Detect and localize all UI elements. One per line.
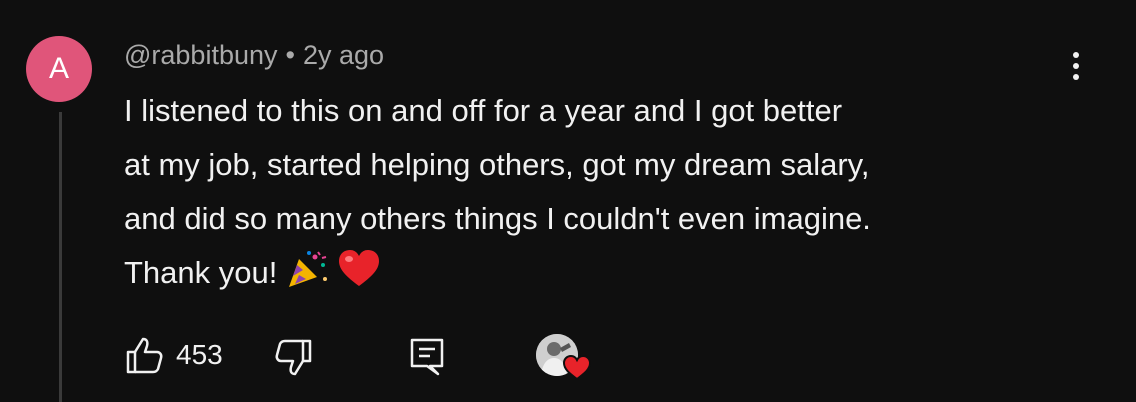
- reply-button[interactable]: [408, 336, 446, 383]
- author-handle[interactable]: @rabbitbuny: [124, 40, 278, 70]
- comment-meta: @rabbitbuny • 2y ago: [124, 38, 384, 72]
- red-heart-icon: [337, 249, 381, 306]
- comment-body: I listened to this on and off for a year…: [124, 84, 1084, 306]
- heart-badge-icon: [563, 355, 591, 381]
- like-count: 453: [176, 339, 223, 370]
- dislike-button[interactable]: [274, 338, 314, 383]
- thread-line: [59, 112, 62, 402]
- more-vert-icon: [1073, 52, 1079, 80]
- creator-heart[interactable]: [536, 332, 592, 382]
- thumbs-up-icon: [126, 337, 163, 374]
- party-popper-icon: [285, 249, 329, 306]
- meta-separator: •: [285, 40, 295, 70]
- reply-icon: [410, 338, 444, 376]
- like-button[interactable]: 453: [124, 332, 223, 378]
- avatar[interactable]: A: [26, 36, 92, 102]
- thumbs-down-icon: [275, 339, 312, 376]
- more-options-button[interactable]: [1064, 50, 1088, 84]
- avatar-letter: A: [48, 52, 69, 85]
- comment-text: I listened to this on and off for a year…: [124, 93, 871, 290]
- comment-time[interactable]: 2y ago: [303, 40, 384, 70]
